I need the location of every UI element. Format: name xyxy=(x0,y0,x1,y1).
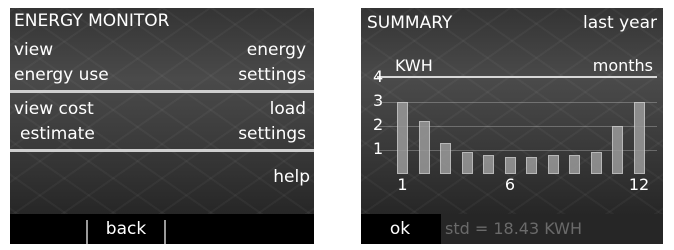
screen-title: ENERGY MONITOR xyxy=(14,11,170,31)
x-tick-label: 6 xyxy=(504,175,516,194)
x-tick-label: 1 xyxy=(397,175,408,194)
energy-monitor-screen: ENERGY MONITOR view energy use energy se… xyxy=(10,8,314,244)
grid-line xyxy=(377,102,657,103)
bar-month-9 xyxy=(569,154,580,174)
energy-settings-line1: energy xyxy=(246,40,306,60)
bar-month-11 xyxy=(612,126,623,174)
y-tick-label: 3 xyxy=(373,91,384,110)
view-energy-use-line2: energy use xyxy=(14,65,109,85)
chart-top-line xyxy=(377,76,657,78)
screen-title: SUMMARY xyxy=(367,13,453,33)
bar-month-6 xyxy=(504,157,516,174)
view-cost-line2: estimate xyxy=(20,124,95,144)
bar-month-1 xyxy=(397,102,408,174)
summary-screen: SUMMARY last year KWH months 1234 1 6 12 o… xyxy=(361,8,663,244)
bar-month-8 xyxy=(547,154,559,174)
softkey-bar: back xyxy=(10,214,314,244)
softkey-bar: ok std = 18.43 KWH xyxy=(361,214,663,244)
y-tick-label: 4 xyxy=(373,67,384,86)
x-tick-label: 12 xyxy=(628,175,650,194)
bar-month-3 xyxy=(440,142,451,174)
load-settings-line1: load xyxy=(269,99,306,119)
bar-month-10 xyxy=(590,152,602,174)
back-button[interactable]: back xyxy=(88,214,164,244)
load-settings-line2: settings xyxy=(238,124,306,144)
std-readout: std = 18.43 KWH xyxy=(445,219,583,238)
energy-settings-line2: settings xyxy=(238,65,306,85)
period-label[interactable]: last year xyxy=(583,13,657,33)
help-option[interactable]: help xyxy=(273,167,310,187)
y-tick-label: 2 xyxy=(373,115,384,134)
menu-divider xyxy=(10,149,314,152)
y-axis-label: KWH xyxy=(395,56,433,75)
bar-month-2 xyxy=(418,121,430,174)
bar-month-7 xyxy=(526,157,537,174)
ok-button[interactable]: ok xyxy=(361,214,439,244)
bar-month-12 xyxy=(633,102,645,174)
view-cost-line1: view cost xyxy=(14,99,94,119)
bar-month-4 xyxy=(461,152,473,174)
view-energy-use-line1: view xyxy=(14,40,54,60)
menu-divider xyxy=(10,90,314,93)
bar-month-5 xyxy=(483,154,494,174)
x-axis-label: months xyxy=(592,56,653,75)
y-tick-label: 1 xyxy=(373,139,384,158)
softkey-separator xyxy=(164,220,166,244)
